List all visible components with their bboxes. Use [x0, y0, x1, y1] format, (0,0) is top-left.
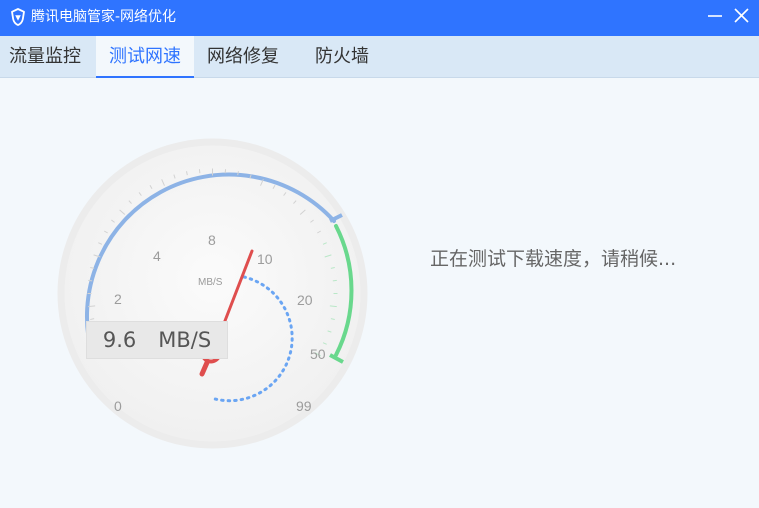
gauge-tick-label-2: 2 [114, 291, 122, 307]
minimize-button[interactable] [704, 4, 728, 28]
gauge-tick-label-50: 50 [310, 346, 326, 362]
speed-gauge: 0 1 2 4 8 10 20 50 99 MB/S [57, 138, 368, 449]
gauge-face [64, 145, 361, 442]
window-title: 腾讯电脑管家-网络优化 [31, 9, 177, 25]
gauge-tick-label-8: 8 [208, 232, 216, 248]
network-optimizer-window: 腾讯电脑管家-网络优化 流量监控 测试网速 网络修复 防火墙 0 2 4 8 1… [0, 0, 759, 508]
minimize-icon [708, 15, 722, 17]
gauge-tick-label-20: 20 [297, 292, 313, 308]
tab-speed-test[interactable]: 测试网速 [96, 36, 194, 78]
tab-traffic-monitor[interactable]: 流量监控 [9, 36, 87, 78]
gauge-tick-label-99: 99 [296, 398, 312, 414]
close-icon [734, 8, 749, 23]
gauge-tick-label-10: 10 [257, 251, 273, 267]
main-tabs: 流量监控 测试网速 网络修复 防火墙 [0, 36, 759, 78]
current-speed-display: 9.6 MB/S [86, 321, 228, 359]
gauge-unit-label: MB/S [198, 277, 223, 288]
speed-test-panel: 0 1 2 4 8 10 20 50 99 MB/S 9.6 MB/S 正在测试… [0, 79, 759, 508]
close-button[interactable] [730, 4, 754, 28]
tab-network-repair[interactable]: 网络修复 [207, 36, 285, 78]
gauge-tick-label-4: 4 [153, 248, 161, 264]
shield-logo-icon [11, 8, 25, 26]
gauge-tick-label-0: 0 [114, 398, 122, 414]
speed-test-status: 正在测试下载速度，请稍候... [430, 248, 677, 270]
titlebar: 腾讯电脑管家-网络优化 [0, 0, 759, 36]
current-speed-value: 9.6 [102, 328, 137, 352]
tab-firewall[interactable]: 防火墙 [315, 36, 373, 78]
current-speed-unit: MB/S [158, 328, 212, 352]
